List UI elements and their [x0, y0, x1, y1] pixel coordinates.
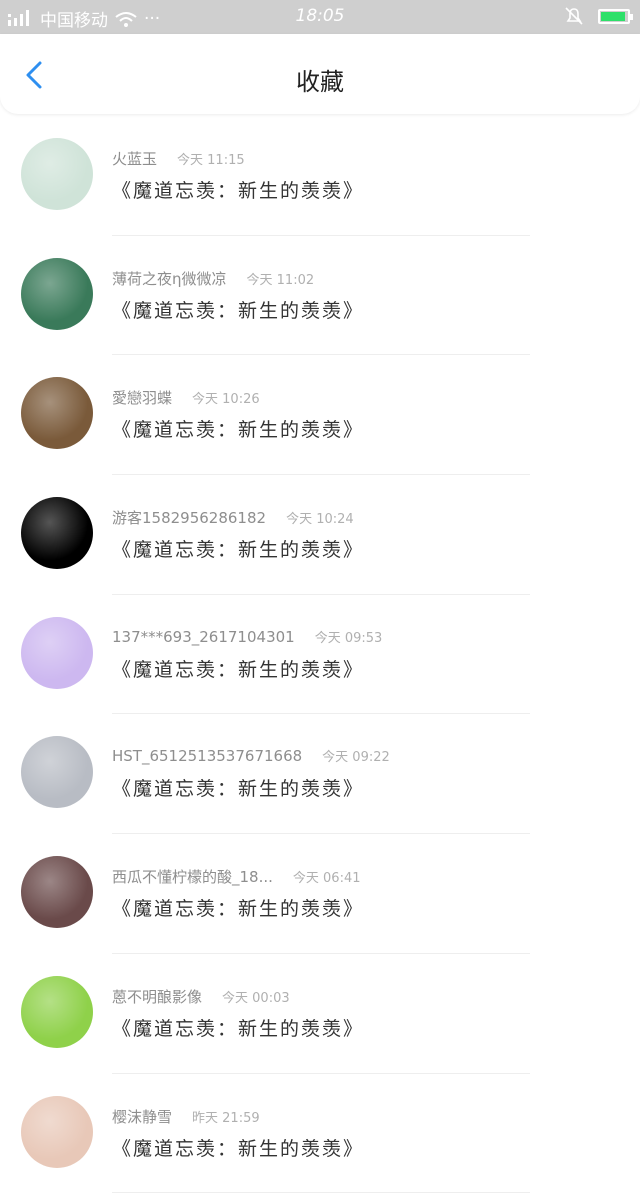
story-title: 《魔道忘羡：新生的羡羡》 [112, 176, 364, 203]
story-title: 《魔道忘羡：新生的羡羡》 [112, 296, 364, 323]
avatar[interactable] [21, 976, 93, 1048]
timestamp: 今天 10:24 [286, 512, 354, 527]
page-title: 收藏 [0, 62, 640, 97]
avatar[interactable] [21, 1096, 93, 1168]
username: HST_6512513537671668 [112, 747, 302, 765]
username: 樱沫静雪 [112, 1108, 172, 1126]
timestamp: 今天 00:03 [222, 991, 290, 1006]
status-bar: 中国移动 ··· 18:05 [0, 0, 640, 34]
list-item[interactable]: HST_6512513537671668 今天 09:22 《魔道忘羡：新生的羡羡》 [0, 714, 640, 834]
list-item[interactable]: 愛戀羽蝶 今天 10:26 《魔道忘羡：新生的羡羡》 [0, 355, 640, 475]
username-line: HST_6512513537671668 今天 09:22 [112, 746, 390, 765]
username-line: 游客1582956286182 今天 10:24 [112, 507, 354, 528]
username-line: 137***693_2617104301 今天 09:53 [112, 627, 382, 646]
story-title: 《魔道忘羡：新生的羡羡》 [112, 535, 364, 562]
avatar[interactable] [21, 497, 93, 569]
avatar[interactable] [21, 377, 93, 449]
list-item[interactable]: 游客1582956286182 今天 10:24 《魔道忘羡：新生的羡羡》 [0, 475, 640, 595]
avatar[interactable] [21, 736, 93, 808]
list-item[interactable]: 西瓜不懂柠檬的酸_18... 今天 06:41 《魔道忘羡：新生的羡羡》 [0, 834, 640, 954]
avatar[interactable] [21, 138, 93, 210]
story-title: 《魔道忘羡：新生的羡羡》 [112, 655, 364, 682]
avatar[interactable] [21, 856, 93, 928]
timestamp: 昨天 21:59 [192, 1111, 260, 1126]
username: 薄荷之夜η微微凉 [112, 270, 227, 288]
username-line: 西瓜不懂柠檬的酸_18... 今天 06:41 [112, 866, 361, 887]
status-time: 18:05 [0, 6, 640, 26]
favorites-list: 火蓝玉今天 11:15《魔道忘羡：新生的羡羡》薄荷之夜η微微凉今天 11:02《… [0, 116, 640, 1193]
list-item[interactable]: 薄荷之夜η微微凉 今天 11:02 《魔道忘羡：新生的羡羡》 [0, 236, 640, 356]
story-title: 《魔道忘羡：新生的羡羡》 [112, 1014, 364, 1041]
avatar[interactable] [21, 617, 93, 689]
timestamp: 今天 09:22 [322, 750, 390, 765]
username: 蒽不明酿影像 [112, 988, 202, 1006]
timestamp: 今天 11:15 [177, 153, 245, 168]
list-item[interactable]: 137***693_2617104301 今天 09:53 《魔道忘羡：新生的羡羡》 [0, 595, 640, 715]
timestamp: 今天 11:02 [247, 273, 315, 288]
username: 火蓝玉 [112, 150, 157, 168]
bell-muted-icon [564, 6, 584, 26]
battery-icon [598, 9, 630, 24]
username-line: 火蓝玉 今天 11:15 [112, 148, 245, 169]
username: 137***693_2617104301 [112, 628, 295, 646]
username-line: 愛戀羽蝶 今天 10:26 [112, 387, 260, 408]
username: 游客1582956286182 [112, 509, 266, 527]
list-item[interactable]: 樱沫静雪昨天 21:59《魔道忘羡：新生的羡羡》 [0, 1074, 640, 1193]
nav-header: 收藏 [0, 34, 640, 114]
list-item[interactable]: 蒽不明酿影像 今天 00:03 《魔道忘羡：新生的羡羡》 [0, 954, 640, 1074]
username-line: 蒽不明酿影像 今天 00:03 [112, 986, 290, 1007]
story-title: 《魔道忘羡：新生的羡羡》 [112, 894, 364, 921]
timestamp: 今天 06:41 [293, 871, 361, 886]
timestamp: 今天 10:26 [192, 392, 260, 407]
story-title: 《魔道忘羡：新生的羡羡》 [112, 774, 364, 801]
story-title: 《魔道忘羡：新生的羡羡》 [112, 415, 364, 442]
username: 愛戀羽蝶 [112, 389, 172, 407]
username: 西瓜不懂柠檬的酸_18... [112, 868, 273, 886]
list-item[interactable]: 火蓝玉 今天 11:15 《魔道忘羡：新生的羡羡》 [0, 116, 640, 236]
avatar[interactable] [21, 258, 93, 330]
status-right [564, 6, 630, 26]
username-line: 薄荷之夜η微微凉 今天 11:02 [112, 268, 314, 289]
timestamp: 今天 09:53 [315, 631, 383, 646]
username-line: 樱沫静雪 昨天 21:59 [112, 1106, 260, 1127]
